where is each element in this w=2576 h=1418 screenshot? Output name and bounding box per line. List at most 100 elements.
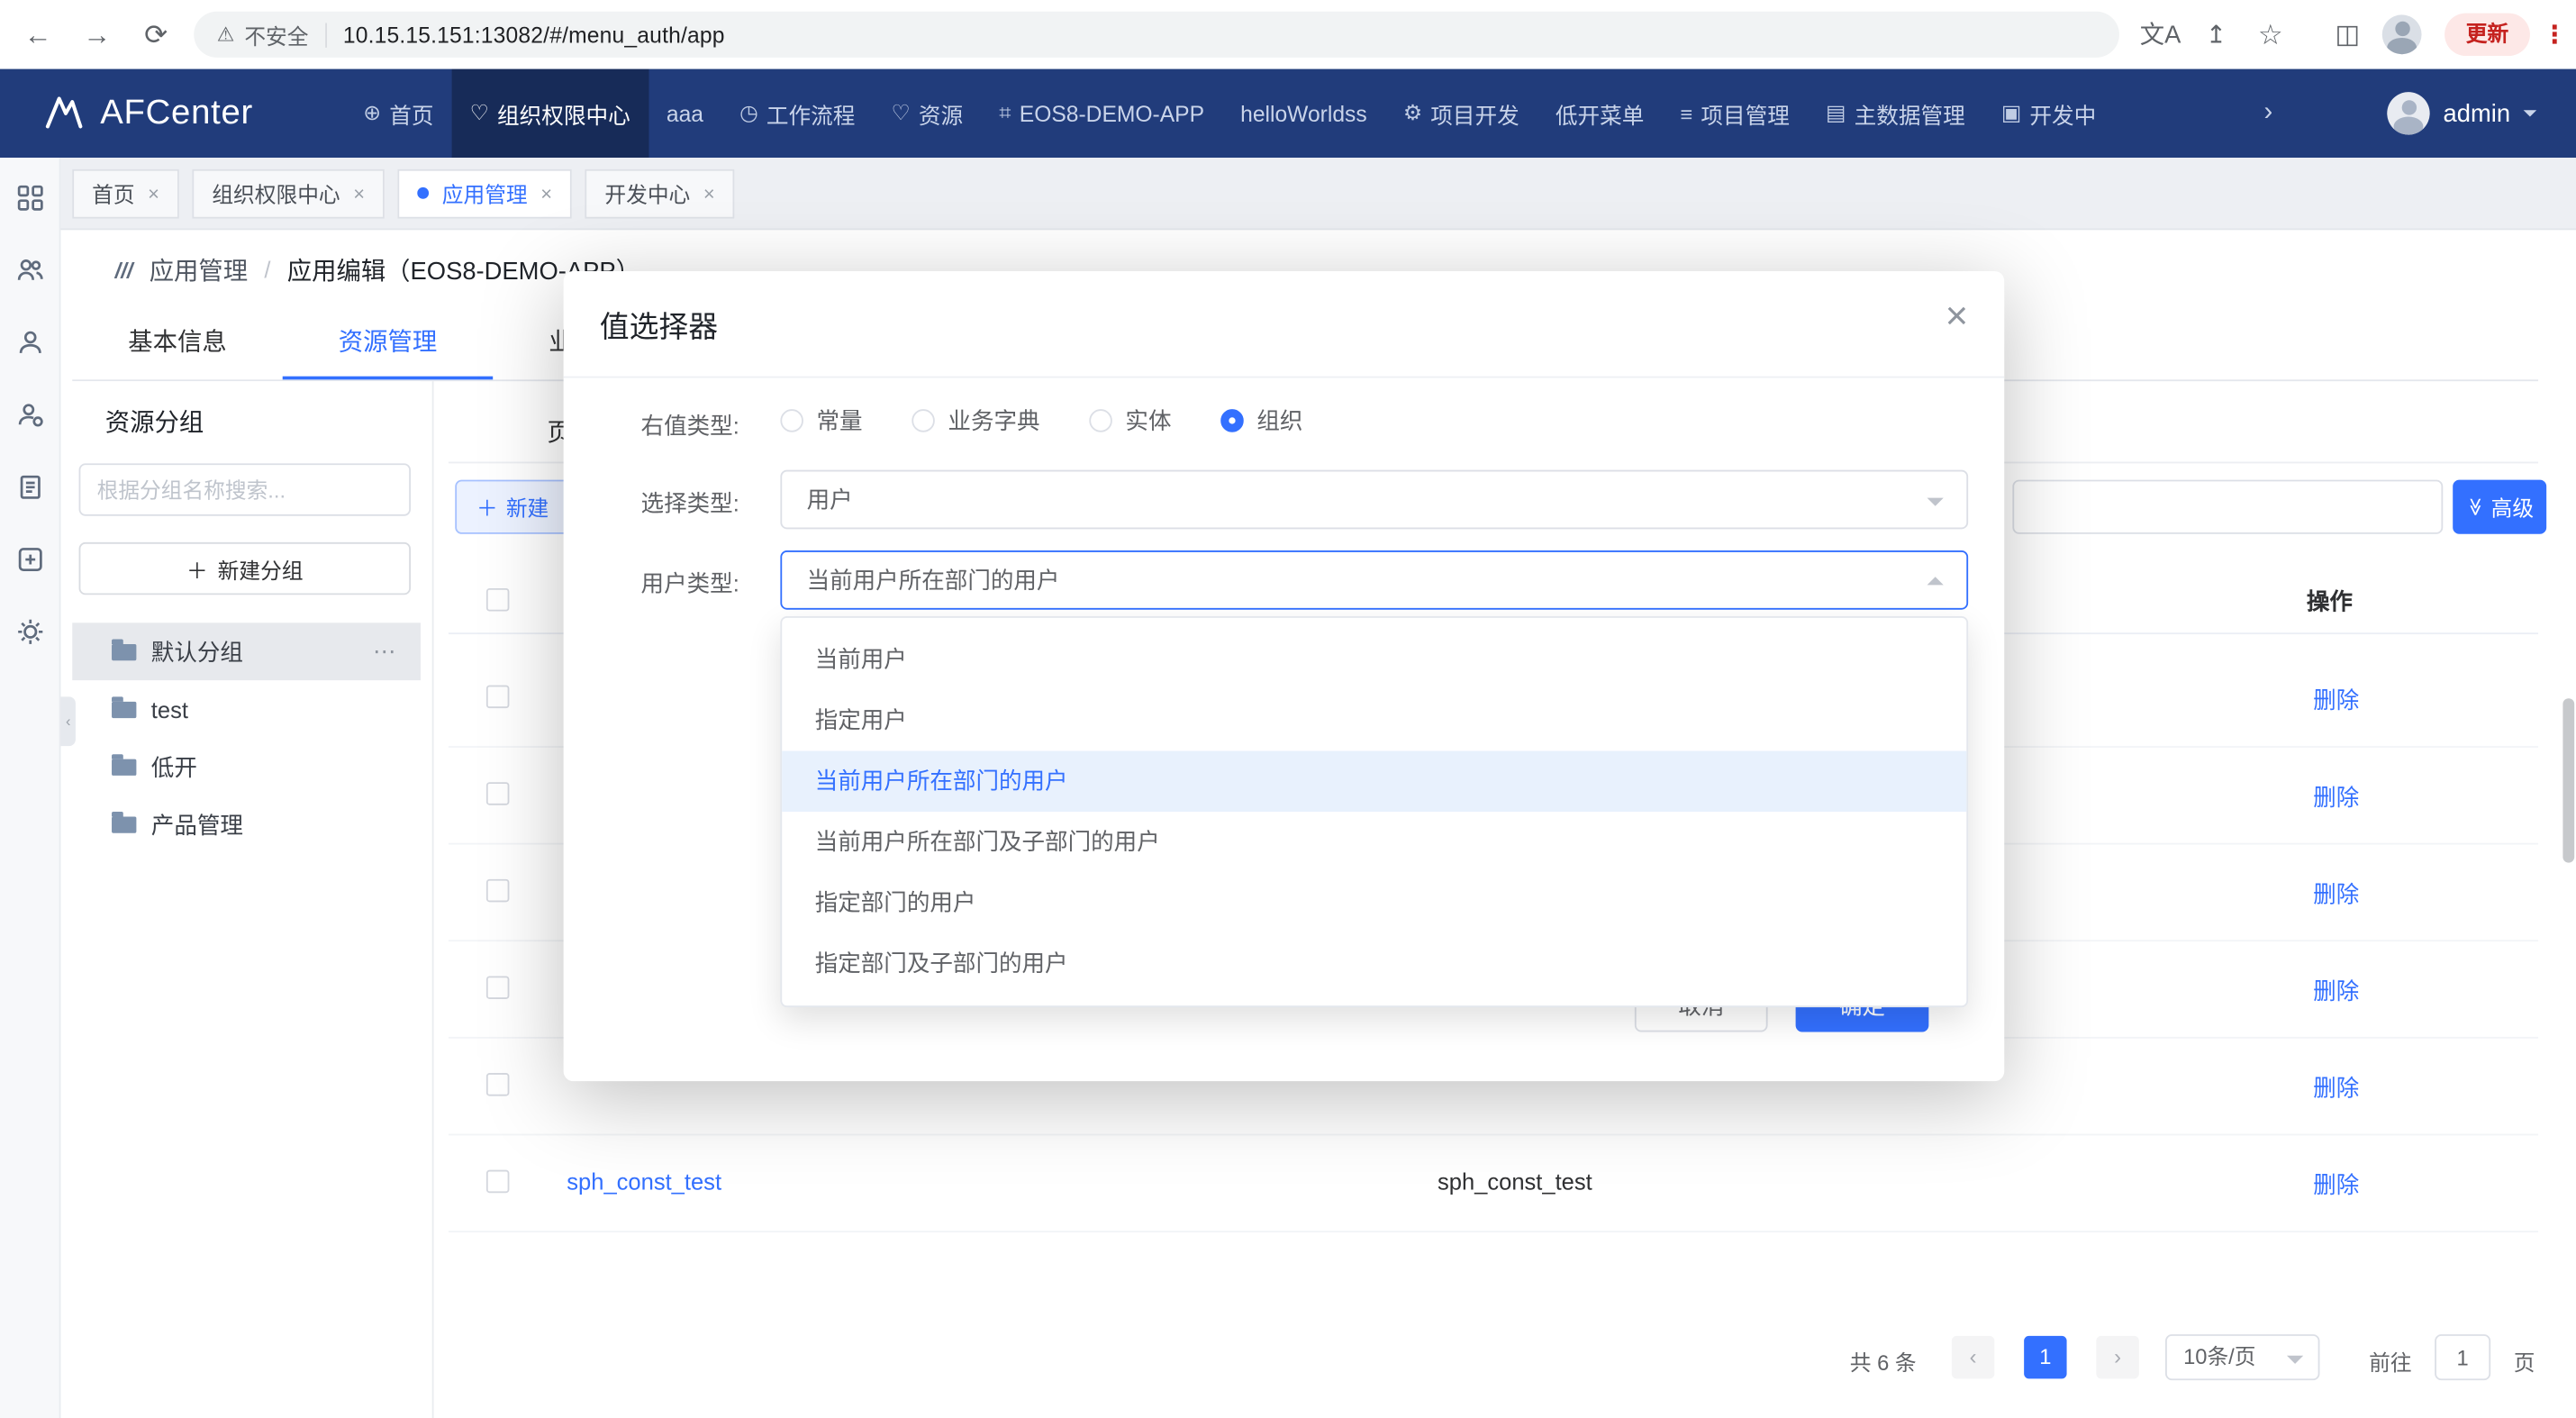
page-size-select[interactable]: 10条/页	[2165, 1334, 2319, 1380]
tab-basic-info[interactable]: 基本信息	[72, 309, 282, 379]
nav-overflow-chevron-icon[interactable]: ›	[2263, 69, 2272, 158]
nav-item-master-data[interactable]: ▤ 主数据管理	[1808, 69, 1983, 158]
next-page-button[interactable]: ›	[2096, 1336, 2138, 1378]
translate-icon[interactable]: 文A	[2139, 14, 2181, 57]
nav-item-org-auth-center[interactable]: ♡ 组织权限中心	[452, 69, 649, 158]
plus-square-icon[interactable]	[15, 546, 43, 574]
row-checkbox[interactable]	[486, 976, 510, 999]
nav-item-home[interactable]: ⊕ 首页	[345, 69, 451, 158]
side-panel-icon[interactable]: ◫	[2327, 14, 2369, 57]
users-icon[interactable]	[15, 257, 43, 285]
resource-search-input[interactable]	[2012, 480, 2443, 534]
delete-link[interactable]: 删除	[2313, 780, 2359, 813]
row-checkbox[interactable]	[486, 1170, 510, 1194]
prev-page-button[interactable]: ‹	[1952, 1336, 1994, 1378]
share-icon[interactable]: ↥	[2195, 14, 2237, 57]
group-more-icon[interactable]: ⋯	[373, 638, 397, 666]
group-item-test[interactable]: test	[72, 680, 421, 738]
heart-icon: ♡	[470, 100, 489, 126]
row-checkbox[interactable]	[486, 1073, 510, 1096]
browser-menu-icon[interactable]: ⋮	[2540, 14, 2570, 57]
plus-icon: ＋	[476, 491, 498, 523]
apps-grid-icon[interactable]	[15, 184, 43, 212]
option-specified-dept[interactable]: 指定部门的用户	[782, 873, 1966, 933]
main-nav: ⊕ 首页 ♡ 组织权限中心 aaa ◷ 工作流程 ♡ 资源 ⌗ EOS8-DEM…	[345, 69, 2247, 158]
new-group-label: 新建分组	[218, 553, 304, 585]
delete-link[interactable]: 删除	[2313, 1168, 2359, 1201]
browser-back-icon[interactable]: ←	[16, 14, 59, 57]
window-tab-dev-center[interactable]: 开发中心 ×	[585, 168, 735, 218]
option-current-user-dept[interactable]: 当前用户所在部门的用户	[782, 751, 1966, 812]
nav-item-aaa[interactable]: aaa	[649, 69, 721, 158]
window-tab-app-mgmt[interactable]: 应用管理 ×	[398, 168, 572, 218]
browser-update-button[interactable]: 更新	[2444, 14, 2530, 56]
gear-icon[interactable]	[15, 618, 43, 646]
close-icon[interactable]: ×	[703, 182, 715, 205]
nav-item-resources[interactable]: ♡ 资源	[873, 69, 981, 158]
breadcrumb-root[interactable]: 应用管理	[150, 252, 248, 286]
row-checkbox[interactable]	[486, 879, 510, 903]
window-tab-home[interactable]: 首页 ×	[72, 168, 179, 218]
browser-forward-icon[interactable]: →	[76, 14, 118, 57]
goto-page-input[interactable]	[2435, 1334, 2490, 1380]
nav-item-helloworldss[interactable]: helloWorldss	[1222, 69, 1385, 158]
option-specified-user[interactable]: 指定用户	[782, 690, 1966, 750]
group-item-lowcode[interactable]: 低开	[72, 738, 421, 795]
heart-icon: ♡	[892, 100, 911, 126]
group-item-default[interactable]: 默认分组 ⋯	[72, 623, 421, 680]
close-icon[interactable]: ×	[540, 182, 552, 205]
clock-icon: ◷	[739, 100, 758, 126]
option-current-user[interactable]: 当前用户	[782, 630, 1966, 690]
nav-item-lowcode-menu[interactable]: 低开菜单	[1537, 69, 1663, 158]
tab-resource-mgmt[interactable]: 资源管理	[283, 309, 493, 379]
close-icon[interactable]: ×	[1946, 297, 1969, 337]
delete-link[interactable]: 删除	[2313, 684, 2359, 716]
row-name-link[interactable]: sph_const_test	[567, 1168, 721, 1195]
close-icon[interactable]: ×	[353, 182, 365, 205]
database-icon: ▤	[1826, 100, 1846, 126]
browser-profile-icon[interactable]	[2382, 14, 2422, 54]
option-specified-dept-sub[interactable]: 指定部门及子部门的用户	[782, 933, 1966, 994]
option-current-user-dept-sub[interactable]: 当前用户所在部门及子部门的用户	[782, 812, 1966, 872]
user-icon[interactable]	[15, 329, 43, 357]
panel-collapse-handle[interactable]: ‹	[60, 696, 75, 746]
page-number-current[interactable]: 1	[2024, 1336, 2066, 1378]
new-group-button[interactable]: ＋ 新建分组	[79, 542, 411, 595]
folder-icon	[112, 816, 136, 832]
group-item-product-mgmt[interactable]: 产品管理	[72, 795, 421, 853]
nav-item-workflow[interactable]: ◷ 工作流程	[721, 69, 873, 158]
nav-item-dev-center[interactable]: ▣ 开发中	[1983, 69, 2115, 158]
user-avatar	[2387, 92, 2429, 134]
user-menu[interactable]: admin	[2387, 69, 2536, 158]
bookmark-star-icon[interactable]: ☆	[2249, 14, 2291, 57]
nav-item-project-dev[interactable]: ⚙ 项目开发	[1385, 69, 1537, 158]
user-badge-icon[interactable]	[15, 401, 43, 429]
select-all-checkbox[interactable]	[486, 588, 510, 612]
row-checkbox[interactable]	[486, 686, 510, 709]
folder-icon	[112, 759, 136, 775]
app-logo[interactable]: AFCenter	[0, 69, 253, 158]
row-checkbox[interactable]	[486, 782, 510, 805]
radio-entity[interactable]: 实体	[1089, 404, 1171, 437]
dialog-header: 值选择器 ×	[564, 271, 2005, 378]
browser-refresh-icon[interactable]: ⟳	[135, 14, 177, 57]
close-icon[interactable]: ×	[148, 182, 159, 205]
scrollbar-thumb[interactable]	[2562, 698, 2574, 862]
address-bar[interactable]: ⚠ 不安全 10.15.15.151:13082/#/menu_auth/app	[194, 12, 2119, 58]
group-name: 产品管理	[151, 807, 243, 840]
advanced-search-button[interactable]: ≫ 高级	[2453, 480, 2546, 534]
select-type-dropdown[interactable]: 用户	[780, 470, 1968, 530]
radio-organization[interactable]: 组织	[1220, 404, 1302, 437]
delete-link[interactable]: 删除	[2313, 975, 2359, 1007]
goto-label: 前往	[2369, 1346, 2411, 1377]
nav-item-eos8-demo-app[interactable]: ⌗ EOS8-DEMO-APP	[981, 69, 1222, 158]
group-search-input[interactable]	[79, 463, 411, 515]
window-tab-org-auth[interactable]: 组织权限中心 ×	[192, 168, 384, 218]
document-icon[interactable]	[15, 473, 43, 501]
delete-link[interactable]: 删除	[2313, 877, 2359, 910]
nav-item-project-mgmt[interactable]: ≡ 项目管理	[1662, 69, 1808, 158]
radio-constant[interactable]: 常量	[780, 404, 862, 437]
delete-link[interactable]: 删除	[2313, 1071, 2359, 1104]
user-type-dropdown[interactable]: 当前用户所在部门的用户	[780, 550, 1968, 610]
radio-business-dict[interactable]: 业务字典	[912, 404, 1039, 437]
